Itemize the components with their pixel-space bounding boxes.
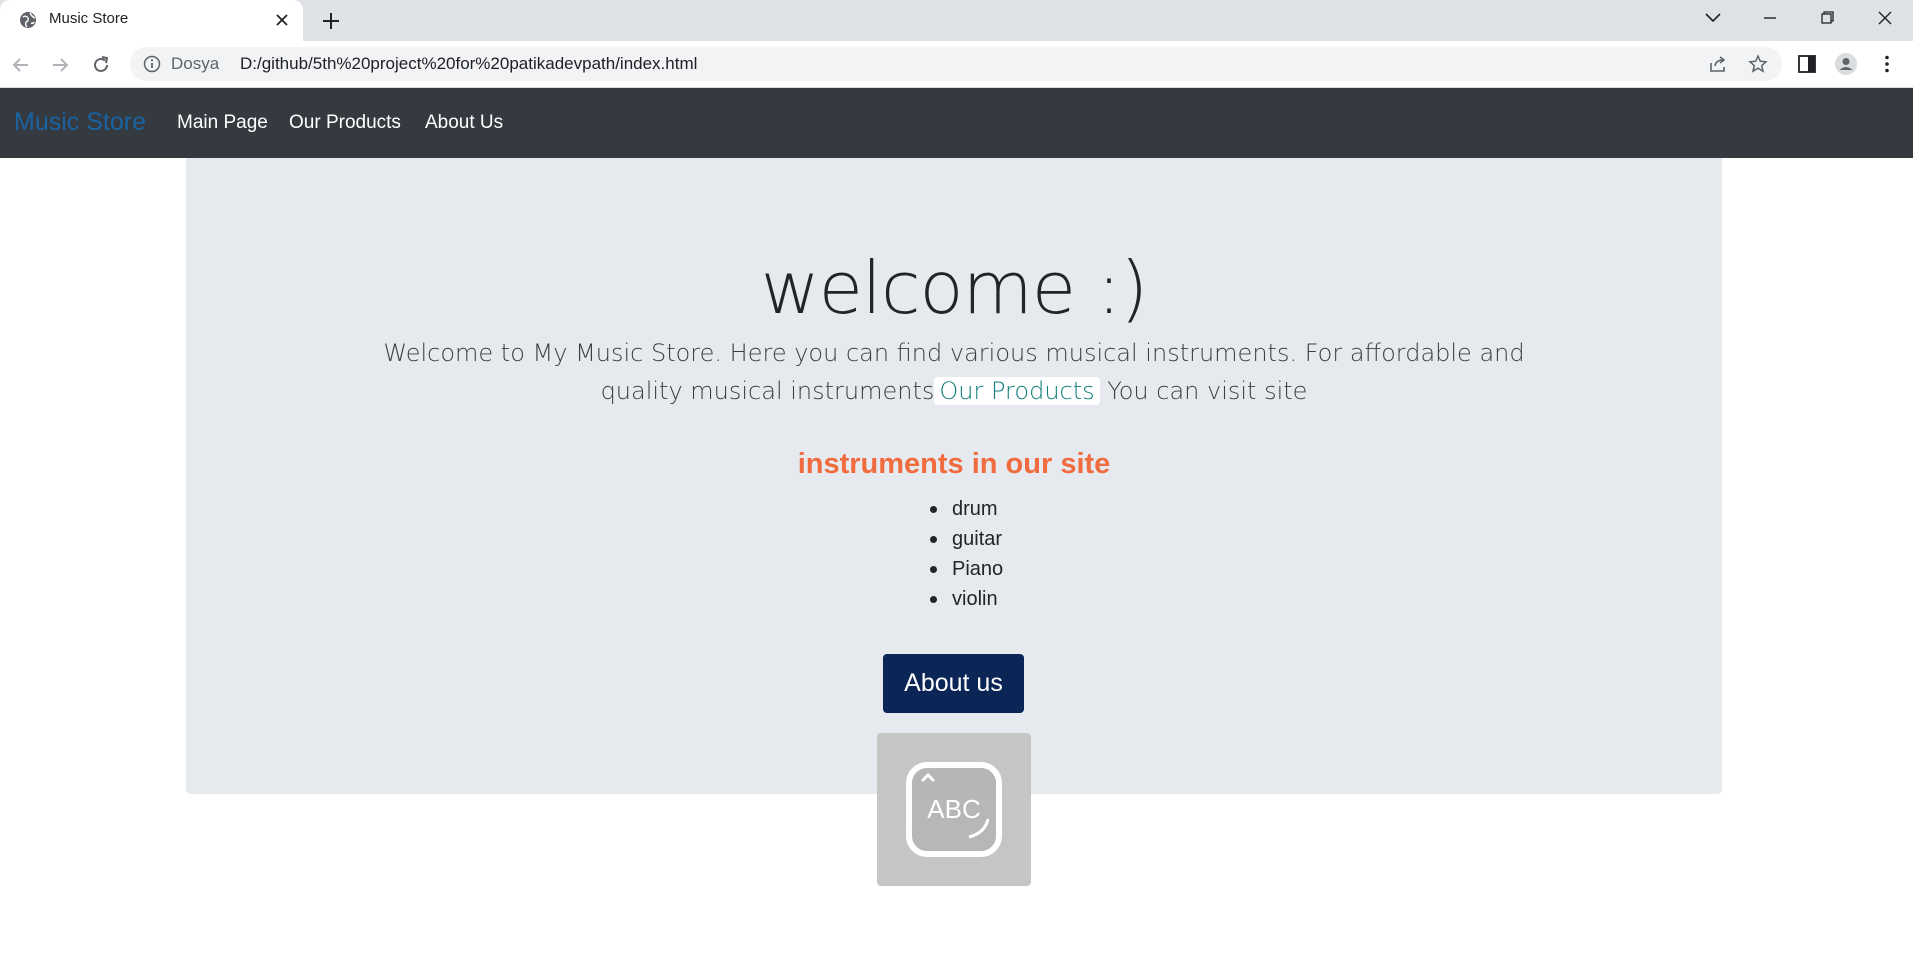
brand-link[interactable]: Music Store <box>14 108 146 137</box>
nav-link-our-products[interactable]: Our Products <box>289 112 401 134</box>
profile-avatar-icon[interactable] <box>1835 53 1857 75</box>
list-item: drum <box>929 494 1003 524</box>
window-close-icon[interactable] <box>1873 8 1897 28</box>
close-icon[interactable] <box>273 11 291 29</box>
instruments-list: drum guitar Piano violin <box>929 494 1003 614</box>
chevron-down-icon[interactable] <box>1701 8 1725 28</box>
list-item: violin <box>929 584 1003 614</box>
abc-label: ABC <box>927 794 980 824</box>
address-divider <box>226 53 227 75</box>
list-item: Piano <box>929 554 1003 584</box>
site-navbar: Music Store Main Page Our Products About… <box>0 88 1913 158</box>
globe-icon <box>20 12 36 28</box>
page-title: welcome :) <box>760 246 1149 330</box>
reload-icon[interactable] <box>90 54 112 76</box>
address-host: Dosya <box>171 54 220 73</box>
side-panel-icon[interactable] <box>1796 53 1818 75</box>
new-tab-icon[interactable] <box>320 10 342 32</box>
instruments-heading: instruments in our site <box>797 448 1111 480</box>
star-icon[interactable] <box>1748 54 1768 74</box>
browser-tab[interactable]: Music Store <box>0 0 303 41</box>
browser-toolbar: Dosya D:/github/5th%20project%20for%20pa… <box>0 41 1913 88</box>
restore-icon[interactable] <box>1815 8 1839 28</box>
address-url[interactable]: D:/github/5th%20project%20for%20patikade… <box>240 54 697 74</box>
jumbotron: welcome :) Welcome to My Music Store. He… <box>186 158 1722 794</box>
forward-icon[interactable] <box>49 54 71 76</box>
minimize-icon[interactable] <box>1758 8 1782 28</box>
our-products-link[interactable]: Our Products <box>934 377 1100 405</box>
nav-link-about-us[interactable]: About Us <box>425 112 503 134</box>
nav-link-main-page[interactable]: Main Page <box>177 112 268 134</box>
about-us-button[interactable]: About us <box>883 654 1024 713</box>
lead-text-end: You can visit site <box>1099 377 1308 405</box>
keyboard-abc-icon: ABC <box>906 762 1002 857</box>
welcome-lead: Welcome to My Music Store. Here you can … <box>356 334 1552 410</box>
list-item: guitar <box>929 524 1003 554</box>
share-icon[interactable] <box>1708 54 1728 74</box>
info-icon[interactable] <box>143 55 161 73</box>
more-menu-icon[interactable] <box>1876 53 1898 75</box>
input-method-overlay: ABC <box>877 733 1031 886</box>
tab-title: Music Store <box>49 10 129 27</box>
address-bar[interactable]: Dosya D:/github/5th%20project%20for%20pa… <box>130 47 1782 81</box>
tab-strip: Music Store <box>0 0 1913 41</box>
back-icon[interactable] <box>10 54 32 76</box>
